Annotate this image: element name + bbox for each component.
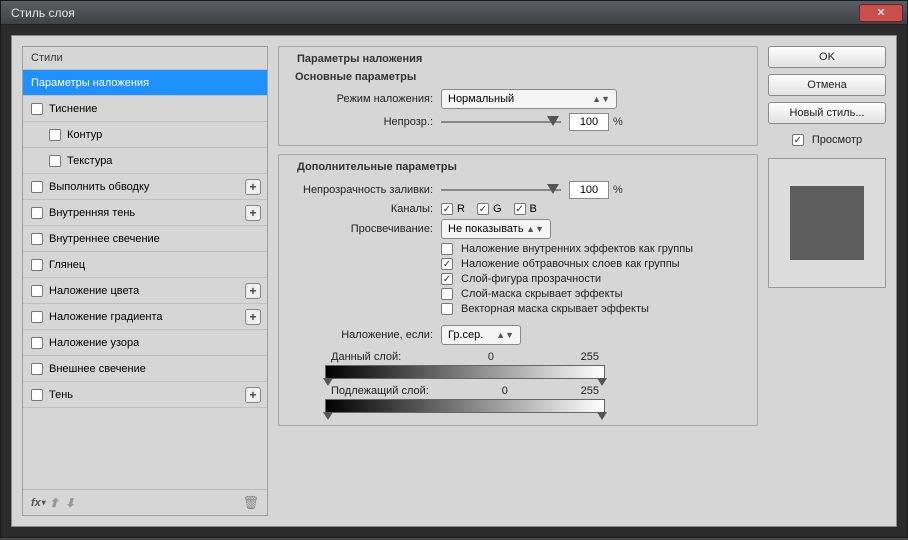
style-checkbox[interactable]	[31, 103, 43, 115]
blending-options-group: Параметры наложения Основные параметры Р…	[278, 46, 758, 146]
blendif-label: Наложение, если:	[289, 329, 433, 341]
style-item-label: Наложение цвета	[49, 285, 139, 297]
under-layer-gradient[interactable]	[325, 399, 605, 413]
chevron-down-icon: ▲▼	[526, 224, 544, 234]
style-item-label: Внутренняя тень	[49, 207, 135, 219]
fx-menu[interactable]: fx▾⬆⬇	[31, 496, 78, 510]
fill-opacity-slider[interactable]	[441, 183, 561, 197]
checkbox[interactable]	[441, 243, 453, 255]
style-item-label: Выполнить обводку	[49, 181, 149, 193]
under-layer-label: Подлежащий слой:	[331, 385, 429, 397]
adv-option-1[interactable]: Наложение обтравочных слоев как группы	[441, 258, 747, 270]
fill-opacity-input[interactable]	[569, 181, 609, 199]
adv-option-2[interactable]: Слой-фигура прозрачности	[441, 273, 747, 285]
checkbox[interactable]	[441, 288, 453, 300]
style-item-0[interactable]: Параметры наложения	[23, 70, 267, 96]
style-item-2[interactable]: Контур	[23, 122, 267, 148]
chevron-down-icon: ▲▼	[592, 94, 610, 104]
channel-g[interactable]: G	[477, 203, 502, 215]
adv-option-0[interactable]: Наложение внутренних эффектов как группы	[441, 243, 747, 255]
style-item-label: Текстура	[67, 155, 112, 167]
this-layer-label: Данный слой:	[331, 351, 401, 363]
style-checkbox[interactable]	[31, 285, 43, 297]
preview-box	[768, 158, 886, 288]
style-item-12[interactable]: Тень +	[23, 382, 267, 408]
style-item-11[interactable]: Внешнее свечение	[23, 356, 267, 382]
opacity-input[interactable]	[569, 113, 609, 131]
knockout-label: Просвечивание:	[289, 223, 433, 235]
checkbox[interactable]	[441, 303, 453, 315]
style-checkbox[interactable]	[31, 259, 43, 271]
styles-footer: fx▾⬆⬇ 🗑	[23, 489, 267, 515]
style-checkbox[interactable]	[31, 337, 43, 349]
style-checkbox[interactable]	[49, 155, 61, 167]
style-item-label: Контур	[67, 129, 102, 141]
knockout-dropdown[interactable]: Не показывать▲▼	[441, 219, 551, 239]
opacity-label: Непрозр.:	[289, 116, 433, 128]
opacity-slider[interactable]	[441, 115, 561, 129]
window-title: Стиль слоя	[11, 6, 75, 20]
style-item-5[interactable]: Внутренняя тень +	[23, 200, 267, 226]
ok-button[interactable]: OK	[768, 46, 886, 68]
blend-mode-label: Режим наложения:	[289, 93, 433, 105]
style-item-3[interactable]: Текстура	[23, 148, 267, 174]
preview-checkbox[interactable]: Просмотр	[768, 134, 886, 146]
fill-opacity-label: Непрозрачность заливки:	[289, 184, 433, 196]
style-checkbox[interactable]	[31, 207, 43, 219]
style-item-label: Глянец	[49, 259, 85, 271]
adv-option-4[interactable]: Векторная маска скрывает эффекты	[441, 303, 747, 315]
advanced-title: Дополнительные параметры	[293, 161, 461, 173]
style-checkbox[interactable]	[31, 181, 43, 193]
add-effect-button[interactable]: +	[245, 205, 261, 221]
style-checkbox[interactable]	[31, 389, 43, 401]
style-item-6[interactable]: Внутреннее свечение	[23, 226, 267, 252]
advanced-group: Дополнительные параметры Непрозрачность …	[278, 154, 758, 426]
trash-icon[interactable]: 🗑	[242, 495, 259, 511]
style-item-10[interactable]: Наложение узора	[23, 330, 267, 356]
style-item-label: Внешнее свечение	[49, 363, 146, 375]
style-checkbox[interactable]	[49, 129, 61, 141]
style-item-label: Наложение градиента	[49, 311, 163, 323]
add-effect-button[interactable]: +	[245, 387, 261, 403]
basic-title: Основные параметры	[295, 71, 747, 83]
add-effect-button[interactable]: +	[245, 179, 261, 195]
this-layer-gradient[interactable]	[325, 365, 605, 379]
group-title: Параметры наложения	[293, 53, 426, 65]
style-checkbox[interactable]	[31, 233, 43, 245]
style-item-label: Внутреннее свечение	[49, 233, 160, 245]
styles-header: Стили	[23, 47, 267, 70]
blendif-dropdown[interactable]: Гр.сер.▲▼	[441, 325, 521, 345]
style-item-label: Тень	[49, 389, 73, 401]
checkbox[interactable]	[441, 273, 453, 285]
blend-mode-dropdown[interactable]: Нормальный▲▼	[441, 89, 617, 109]
style-item-label: Параметры наложения	[31, 77, 149, 89]
add-effect-button[interactable]: +	[245, 309, 261, 325]
adv-option-3[interactable]: Слой-маска скрывает эффекты	[441, 288, 747, 300]
style-item-label: Наложение узора	[49, 337, 139, 349]
checkbox[interactable]	[441, 258, 453, 270]
styles-panel: Стили Параметры наложения Тиснение Контур Т…	[22, 46, 268, 516]
style-item-7[interactable]: Глянец	[23, 252, 267, 278]
style-item-9[interactable]: Наложение градиента +	[23, 304, 267, 330]
style-checkbox[interactable]	[31, 363, 43, 375]
move-down-icon[interactable]: ⬇	[65, 496, 75, 510]
move-up-icon[interactable]: ⬆	[49, 496, 59, 510]
channels-label: Каналы:	[289, 203, 433, 215]
channel-b[interactable]: B	[514, 203, 537, 215]
chevron-down-icon: ▲▼	[496, 330, 514, 340]
style-item-label: Тиснение	[49, 103, 97, 115]
close-button[interactable]: ✕	[859, 4, 903, 22]
style-item-8[interactable]: Наложение цвета +	[23, 278, 267, 304]
style-item-1[interactable]: Тиснение	[23, 96, 267, 122]
style-checkbox[interactable]	[31, 311, 43, 323]
add-effect-button[interactable]: +	[245, 283, 261, 299]
new-style-button[interactable]: Новый стиль...	[768, 102, 886, 124]
cancel-button[interactable]: Отмена	[768, 74, 886, 96]
preview-swatch	[790, 186, 864, 260]
titlebar: Стиль слоя ✕	[1, 1, 907, 25]
channel-r[interactable]: R	[441, 203, 465, 215]
style-item-4[interactable]: Выполнить обводку +	[23, 174, 267, 200]
